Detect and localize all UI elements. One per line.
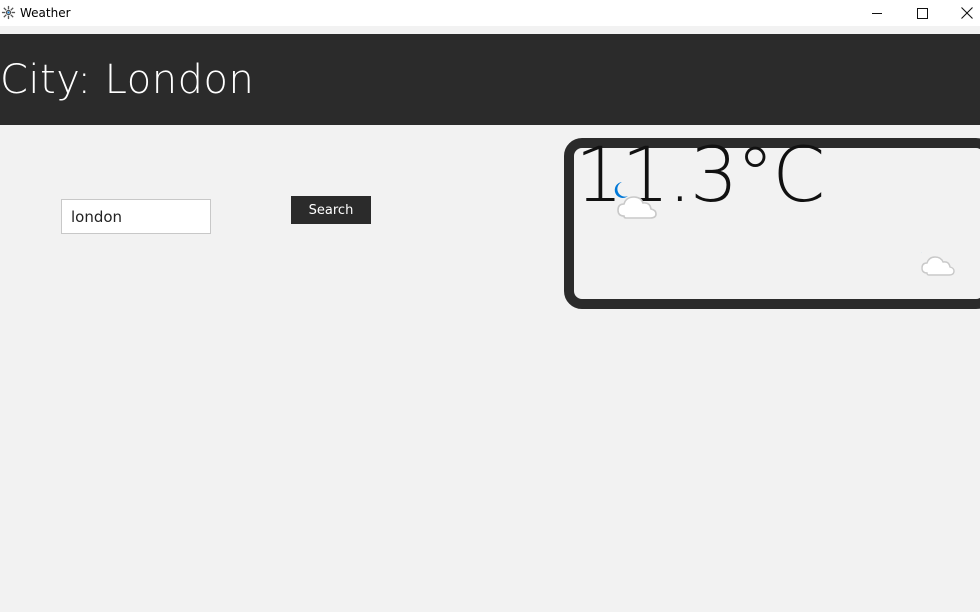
city-title: City: London [0, 57, 255, 103]
app-icon [1, 5, 16, 20]
maximize-icon [916, 7, 928, 19]
close-icon [961, 7, 973, 19]
minimize-icon [872, 13, 882, 14]
close-button[interactable] [944, 0, 980, 26]
city-search-input[interactable] [61, 199, 211, 234]
partly-cloudy-night-small-icon [920, 245, 955, 276]
maximize-button[interactable] [899, 0, 945, 26]
search-button[interactable]: Search [291, 196, 371, 224]
minimize-button[interactable] [854, 0, 900, 26]
weather-window: Weather City: London Search 11.3°C [0, 0, 980, 612]
title-bar[interactable]: Weather [0, 0, 980, 26]
window-title: Weather [20, 6, 71, 20]
partly-cloudy-night-icon [614, 182, 657, 219]
